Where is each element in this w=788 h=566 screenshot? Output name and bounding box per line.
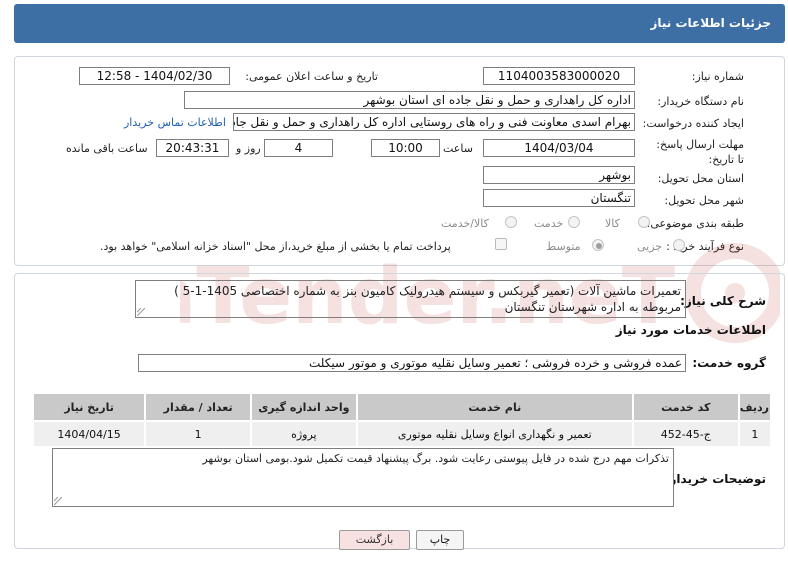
province-label: استان محل تحویل:	[657, 172, 744, 185]
col-header-need-date: تاریخ نیاز	[31, 392, 147, 422]
category-label: طبقه بندی موضوعی:	[646, 217, 744, 230]
services-table-header: ردیف کد خدمت نام خدمت واحد اندازه گیری ت…	[31, 392, 773, 422]
deadline-time-label: ساعت	[443, 142, 473, 155]
process-radio-medium[interactable]	[592, 239, 604, 251]
buyer-org-field[interactable]: اداره کل راهداری و حمل و نقل جاده ای است…	[184, 91, 635, 109]
buyer-org-label: نام دستگاه خریدار:	[657, 95, 744, 108]
col-header-unit: واحد اندازه گیری	[249, 392, 358, 422]
remaining-time-field[interactable]: 20:43:31	[156, 139, 229, 157]
cell-need-date: 1404/04/15	[31, 420, 147, 448]
page-header: جزئیات اطلاعات نیاز	[14, 4, 785, 43]
category-radio-goods[interactable]	[638, 216, 650, 228]
notes-resize-handle-icon[interactable]	[54, 497, 62, 505]
description-resize-handle-icon[interactable]	[137, 308, 145, 316]
category-radio-service[interactable]	[568, 216, 580, 228]
cell-row-number: 1	[737, 420, 773, 448]
deadline-date-field[interactable]: 1404/03/04	[483, 139, 635, 157]
process-option-medium: متوسط	[546, 240, 581, 253]
description-label: شرح کلی نیاز:	[680, 294, 766, 308]
need-number-label: شماره نیاز:	[691, 70, 744, 83]
back-button[interactable]: بازگشت	[339, 530, 410, 550]
remaining-time-label: ساعت باقی مانده	[66, 142, 148, 155]
col-header-quantity: تعداد / مقدار	[144, 392, 252, 422]
services-table: ردیف کد خدمت نام خدمت واحد اندازه گیری ت…	[31, 392, 773, 448]
buyer-contact-link[interactable]: اطلاعات تماس خریدار	[124, 116, 226, 129]
description-text: تعمیرات ماشین آلات (تعمیر گیربکس و سیستم…	[174, 284, 681, 314]
process-radio-minor[interactable]	[673, 239, 685, 251]
service-group-field[interactable]: عمده فروشی و خرده فروشی ؛ تعمیر وسایل نق…	[138, 354, 686, 372]
announce-datetime-field[interactable]: 1404/02/30 - 12:58	[79, 67, 230, 85]
creator-field[interactable]: بهرام اسدی معاونت فنی و راه های روستایی …	[233, 113, 635, 131]
page-title: جزئیات اطلاعات نیاز	[650, 16, 771, 30]
cell-service-code: ج-45-452	[631, 420, 740, 448]
print-button[interactable]: چاپ	[416, 530, 464, 550]
cell-service-name: تعمیر و نگهداری انواع وسایل نقلیه موتوری	[355, 420, 634, 448]
category-option-goods: کالا	[605, 217, 620, 230]
city-label: شهر محل تحویل:	[664, 194, 744, 207]
cell-quantity: 1	[144, 420, 252, 448]
services-section-title: اطلاعات خدمات مورد نیاز	[615, 323, 766, 337]
col-header-service-code: کد خدمت	[631, 392, 740, 422]
days-remaining-field[interactable]: 4	[264, 139, 333, 157]
table-row[interactable]: 1 ج-45-452 تعمیر و نگهداری انواع وسایل ن…	[31, 420, 773, 448]
deadline-time-field[interactable]: 10:00	[371, 139, 440, 157]
deadline-label: مهلت ارسال پاسخ: تا تاریخ:	[656, 138, 744, 166]
treasury-payment-note: پرداخت تمام یا بخشی از مبلغ خرید،از محل …	[100, 240, 451, 253]
creator-label: ایجاد کننده درخواست:	[642, 117, 744, 130]
need-number-field[interactable]: 1104003583000020	[483, 67, 635, 85]
description-textarea[interactable]: تعمیرات ماشین آلات (تعمیر گیربکس و سیستم…	[135, 280, 686, 318]
city-field[interactable]: تنگستان	[483, 189, 635, 207]
announce-datetime-label: تاریخ و ساعت اعلان عمومی:	[245, 70, 378, 83]
province-field[interactable]: بوشهر	[483, 166, 635, 184]
col-header-row-number: ردیف	[737, 392, 773, 422]
category-radio-goods-service[interactable]	[505, 216, 517, 228]
buyer-notes-label: توضیحات خریدار:	[664, 472, 766, 486]
service-group-label: گروه خدمت:	[692, 356, 766, 370]
buyer-notes-textarea[interactable]: تذکرات مهم درج شده در فایل پیوستی رعایت …	[52, 448, 674, 507]
treasury-payment-checkbox[interactable]	[495, 238, 507, 250]
col-header-service-name: نام خدمت	[355, 392, 634, 422]
days-label: روز و	[236, 142, 261, 155]
buyer-notes-text: تذکرات مهم درج شده در فایل پیوستی رعایت …	[202, 452, 669, 465]
cell-unit: پروژه	[249, 420, 358, 448]
category-option-service: خدمت	[534, 217, 564, 230]
category-option-goods-service: کالا/خدمت	[441, 217, 489, 230]
process-option-minor: جزیی	[637, 240, 663, 253]
